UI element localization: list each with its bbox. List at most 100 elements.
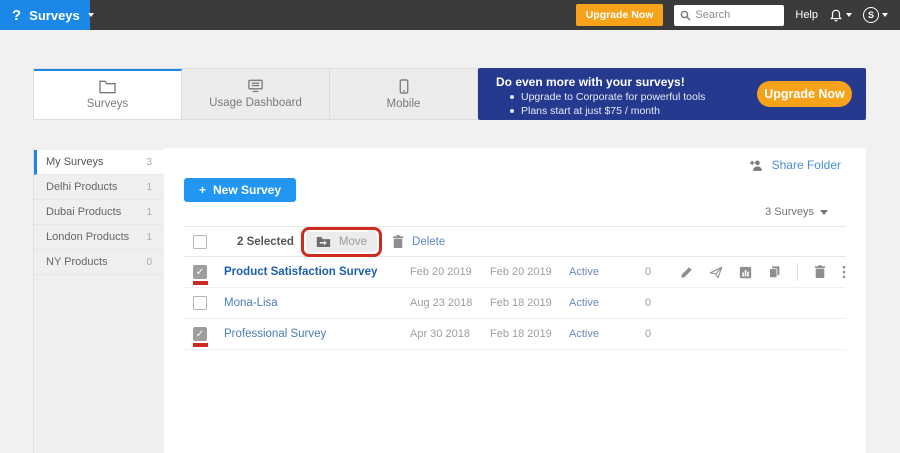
table-row: Mona-Lisa Aug 23 2018 Feb 18 2019 Active… bbox=[184, 288, 846, 319]
row-checkbox[interactable]: ✓ bbox=[193, 265, 207, 279]
folder-count: 1 bbox=[146, 182, 152, 193]
folder-label: Dubai Products bbox=[46, 206, 121, 218]
survey-date-created: Apr 30 2018 bbox=[410, 328, 490, 340]
notifications-menu[interactable] bbox=[829, 8, 852, 23]
proprofs-logo-icon: ? bbox=[12, 8, 21, 23]
top-bar: ? Surveys Upgrade Now Help S bbox=[0, 0, 900, 30]
move-folder-icon bbox=[316, 236, 331, 248]
plus-icon: + bbox=[199, 183, 206, 197]
more-options-icon[interactable] bbox=[842, 265, 846, 279]
help-link[interactable]: Help bbox=[795, 9, 818, 21]
folder-count: 0 bbox=[146, 257, 152, 268]
divider bbox=[797, 263, 798, 281]
select-all-checkbox[interactable] bbox=[193, 235, 207, 249]
bullet-icon bbox=[510, 95, 514, 99]
reports-chart-icon[interactable] bbox=[739, 266, 752, 279]
edit-pencil-icon[interactable] bbox=[680, 266, 693, 279]
survey-status[interactable]: Active bbox=[569, 266, 640, 278]
survey-status[interactable]: Active bbox=[569, 328, 640, 340]
tab-surveys[interactable]: Surveys bbox=[34, 69, 182, 119]
sidebar-item-my-surveys[interactable]: My Surveys 3 bbox=[34, 150, 164, 175]
product-switcher[interactable]: ? Surveys bbox=[0, 0, 90, 30]
move-label: Move bbox=[339, 236, 367, 248]
share-folder-link[interactable]: Share Folder bbox=[749, 158, 841, 172]
folders-sidebar: My Surveys 3 Delhi Products 1 Dubai Prod… bbox=[33, 148, 164, 453]
share-person-icon bbox=[749, 159, 765, 172]
folder-label: My Surveys bbox=[46, 156, 103, 168]
send-plane-icon[interactable] bbox=[709, 266, 723, 279]
row-checkbox-cell: ✓ bbox=[184, 319, 224, 349]
tabs-banner-strip: Surveys Usage Dashboard Mobile Do even m… bbox=[33, 68, 866, 120]
selected-count-label: 2 Selected bbox=[237, 236, 294, 248]
delete-label: Delete bbox=[412, 236, 445, 248]
folder-count: 1 bbox=[146, 207, 152, 218]
duplicate-copy-icon[interactable] bbox=[768, 265, 781, 279]
folder-count: 1 bbox=[146, 232, 152, 243]
folder-count: 3 bbox=[146, 157, 152, 168]
tab-mobile[interactable]: Mobile bbox=[330, 69, 478, 119]
surveys-table: 2 Selected Move Delete bbox=[184, 226, 846, 350]
share-folder-label: Share Folder bbox=[772, 158, 841, 172]
folder-label: London Products bbox=[46, 231, 129, 243]
annotation-underline bbox=[193, 343, 208, 347]
search-input[interactable] bbox=[695, 9, 775, 21]
page: ? Surveys Upgrade Now Help S bbox=[0, 0, 900, 453]
tab-label: Mobile bbox=[387, 98, 421, 110]
search-box[interactable] bbox=[674, 5, 784, 26]
table-row: ✓ Professional Survey Apr 30 2018 Feb 18… bbox=[184, 319, 846, 350]
survey-responses-count: 0 bbox=[640, 297, 670, 309]
folder-label: NY Products bbox=[46, 256, 108, 268]
tab-usage-dashboard[interactable]: Usage Dashboard bbox=[182, 69, 330, 119]
product-menu-label: Surveys bbox=[29, 8, 80, 23]
trash-icon[interactable] bbox=[814, 265, 826, 279]
delete-button[interactable]: Delete bbox=[392, 235, 445, 249]
annotation-underline bbox=[193, 281, 208, 285]
survey-responses-count: 0 bbox=[640, 328, 670, 340]
dashboard-icon bbox=[247, 79, 264, 93]
annotation-highlight-box: Move bbox=[301, 227, 382, 257]
table-row: ✓ Product Satisfaction Survey Feb 20 201… bbox=[184, 257, 846, 288]
sidebar-item-dubai-products[interactable]: Dubai Products 1 bbox=[34, 200, 164, 225]
survey-name-link[interactable]: Product Satisfaction Survey bbox=[224, 266, 410, 278]
move-button[interactable]: Move bbox=[306, 232, 377, 252]
trash-icon bbox=[392, 235, 404, 249]
chevron-down-icon bbox=[88, 13, 94, 17]
survey-responses-count: 0 bbox=[640, 266, 670, 278]
survey-name-link[interactable]: Mona-Lisa bbox=[224, 297, 410, 309]
sidebar-item-london-products[interactable]: London Products 1 bbox=[34, 225, 164, 250]
account-menu[interactable]: S bbox=[863, 7, 888, 23]
row-checkbox[interactable]: ✓ bbox=[193, 327, 207, 341]
tab-bar: Surveys Usage Dashboard Mobile bbox=[33, 68, 478, 120]
upgrade-now-button-top[interactable]: Upgrade Now bbox=[576, 4, 664, 26]
folder-label: Delhi Products bbox=[46, 181, 118, 193]
banner-bullet-text: Upgrade to Corporate for powerful tools bbox=[521, 91, 705, 103]
sidebar-item-delhi-products[interactable]: Delhi Products 1 bbox=[34, 175, 164, 200]
tab-label: Surveys bbox=[87, 98, 129, 110]
chevron-down-icon bbox=[820, 210, 828, 215]
survey-date-created: Feb 20 2019 bbox=[410, 266, 490, 278]
survey-date-edited: Feb 18 2019 bbox=[490, 328, 569, 340]
selection-bar: 2 Selected Move Delete bbox=[184, 226, 846, 257]
main-panel: Share Folder + New Survey 3 Surveys 2 Se… bbox=[164, 148, 866, 453]
tab-label: Usage Dashboard bbox=[209, 97, 302, 109]
new-survey-button[interactable]: + New Survey bbox=[184, 178, 296, 202]
survey-name-link[interactable]: Professional Survey bbox=[224, 328, 410, 340]
survey-date-edited: Feb 20 2019 bbox=[490, 266, 569, 278]
banner-bullet-text: Plans start at just $75 / month bbox=[521, 105, 660, 117]
survey-date-created: Aug 23 2018 bbox=[410, 297, 490, 309]
mobile-icon bbox=[399, 79, 409, 94]
bullet-icon bbox=[510, 109, 514, 113]
avatar: S bbox=[863, 7, 879, 23]
sidebar-item-ny-products[interactable]: NY Products 0 bbox=[34, 250, 164, 275]
upgrade-banner: Do even more with your surveys! Upgrade … bbox=[478, 68, 866, 120]
bell-icon bbox=[829, 8, 843, 23]
upgrade-now-button-banner[interactable]: Upgrade Now bbox=[757, 81, 852, 107]
surveys-count-dropdown[interactable]: 3 Surveys bbox=[765, 206, 828, 218]
row-checkbox[interactable] bbox=[193, 296, 207, 310]
new-survey-label: New Survey bbox=[213, 183, 281, 197]
row-actions bbox=[670, 263, 846, 281]
survey-date-edited: Feb 18 2019 bbox=[490, 297, 569, 309]
topbar-right: Upgrade Now Help S bbox=[576, 4, 900, 26]
chevron-down-icon bbox=[846, 13, 852, 17]
survey-status[interactable]: Active bbox=[569, 297, 640, 309]
